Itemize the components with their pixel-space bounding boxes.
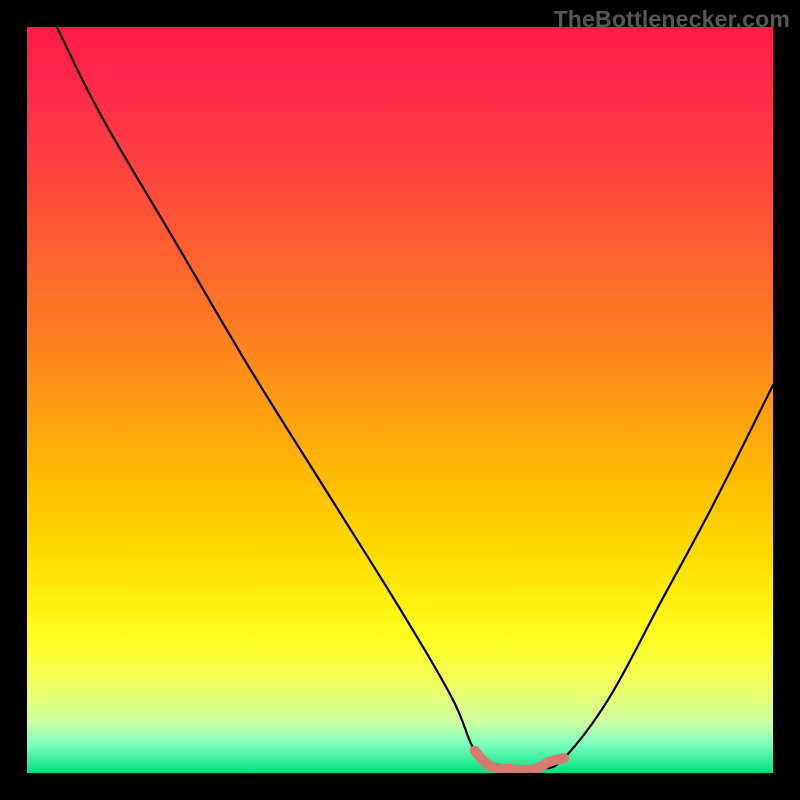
chart-container: TheBottlenecker.com [0, 0, 800, 800]
chart-svg [27, 27, 773, 773]
watermark-text: TheBottlenecker.com [554, 6, 790, 33]
plot-area [27, 27, 773, 773]
bottleneck-curve-line [57, 27, 773, 773]
